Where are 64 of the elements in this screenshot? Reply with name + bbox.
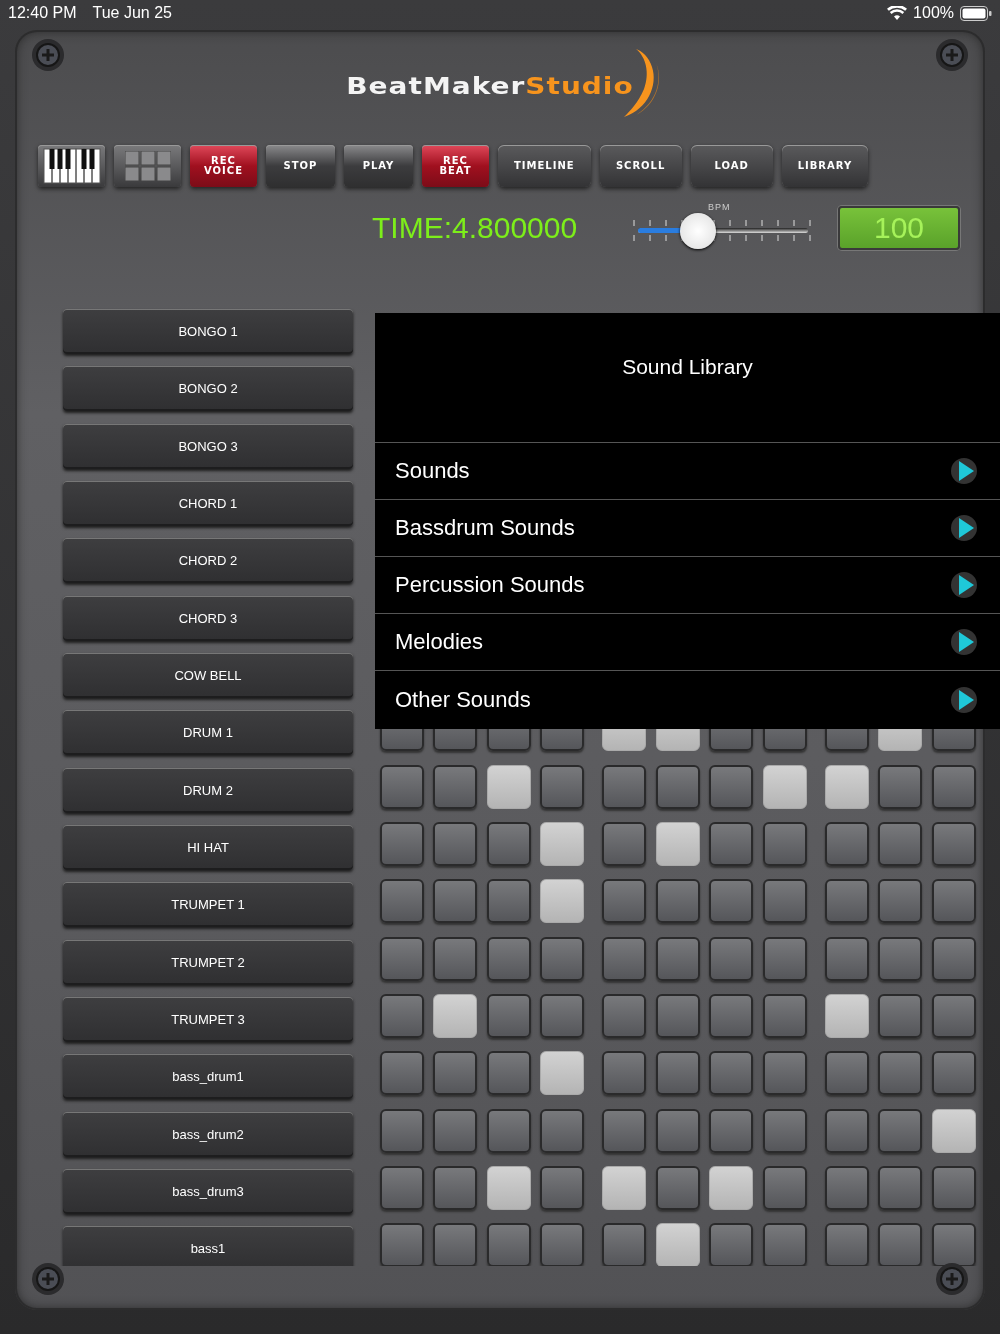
track-button[interactable]: COW BELL [63,652,353,698]
battery-percent: 100% [913,4,954,22]
logo-text: BeatMaker [346,70,526,100]
screw-icon [31,38,65,72]
track-button[interactable]: CHORD 3 [63,595,353,641]
battery-icon [960,5,992,21]
step-pad[interactable] [486,1165,531,1210]
track-button[interactable]: CHORD 1 [63,481,353,526]
toolbar-button[interactable]: LOAD [690,145,773,187]
play-icon [950,513,978,543]
library-item[interactable]: Percussion Sounds [375,557,1000,614]
track-button[interactable]: bass_drum3 [63,1168,353,1214]
library-item-label: Percussion Sounds [395,572,585,598]
track-button[interactable]: BONGO 2 [63,366,353,412]
track-button[interactable]: TRUMPET 2 [63,939,353,985]
screw-icon [31,1262,65,1296]
time-readout: TIME:4.800000 [372,211,579,245]
slider-thumb[interactable] [679,213,716,249]
screw-icon [935,1262,969,1296]
toolbar-button[interactable]: TIMELINE [498,145,591,187]
grid-button[interactable] [114,145,181,187]
step-pad[interactable] [540,1051,584,1096]
toolbar-button[interactable]: LIBRARY [781,145,869,187]
step-pad[interactable] [931,1108,976,1153]
toolbar-button[interactable]: STOP [266,145,335,187]
toolbar-button[interactable]: PLAY [344,145,413,187]
step-pad[interactable] [602,1165,646,1210]
track-button[interactable]: TRUMPET 1 [63,882,353,928]
record-button[interactable]: REC VOICE [190,145,257,187]
library-item[interactable]: Bassdrum Sounds [375,500,1000,557]
logo-text: Studio [525,70,634,100]
wifi-icon [887,5,908,21]
piano-button[interactable] [38,145,105,187]
track-button[interactable]: BONGO 1 [63,309,353,354]
track-button[interactable]: bass_drum2 [63,1111,353,1157]
library-item-label: Bassdrum Sounds [395,515,575,541]
bpm-display: 100 [838,206,960,250]
library-item-label: Melodies [395,629,484,655]
play-icon [950,570,978,600]
step-pad[interactable] [709,1165,753,1210]
toolbar-button[interactable]: SCROLL [599,145,682,187]
track-button[interactable]: bass_drum1 [63,1054,353,1100]
track-button[interactable]: DRUM 2 [63,767,353,813]
play-icon [950,456,978,486]
status-time: 12:40 PM [8,4,77,22]
library-item[interactable]: Other Sounds [375,671,1000,728]
library-item[interactable]: Melodies [375,614,1000,671]
track-button[interactable]: BONGO 3 [63,423,353,469]
library-item-label: Other Sounds [395,686,531,713]
status-date: Tue Jun 25 [92,4,172,22]
track-button[interactable]: TRUMPET 3 [63,996,353,1042]
play-icon [950,684,978,715]
bpm-label: BPM [708,202,731,212]
library-item-label: Sounds [395,458,470,484]
screw-icon [935,38,969,72]
popup-title: Sound Library [622,355,753,379]
track-button[interactable]: bass1 [63,1226,353,1266]
track-button[interactable]: DRUM 1 [63,710,353,756]
library-item[interactable]: Sounds [375,443,1000,500]
track-button[interactable]: CHORD 2 [63,538,353,584]
step-pad[interactable] [655,1223,700,1266]
track-button[interactable]: HI HAT [63,824,353,870]
record-button[interactable]: REC BEAT [422,145,489,187]
play-icon [950,627,978,657]
